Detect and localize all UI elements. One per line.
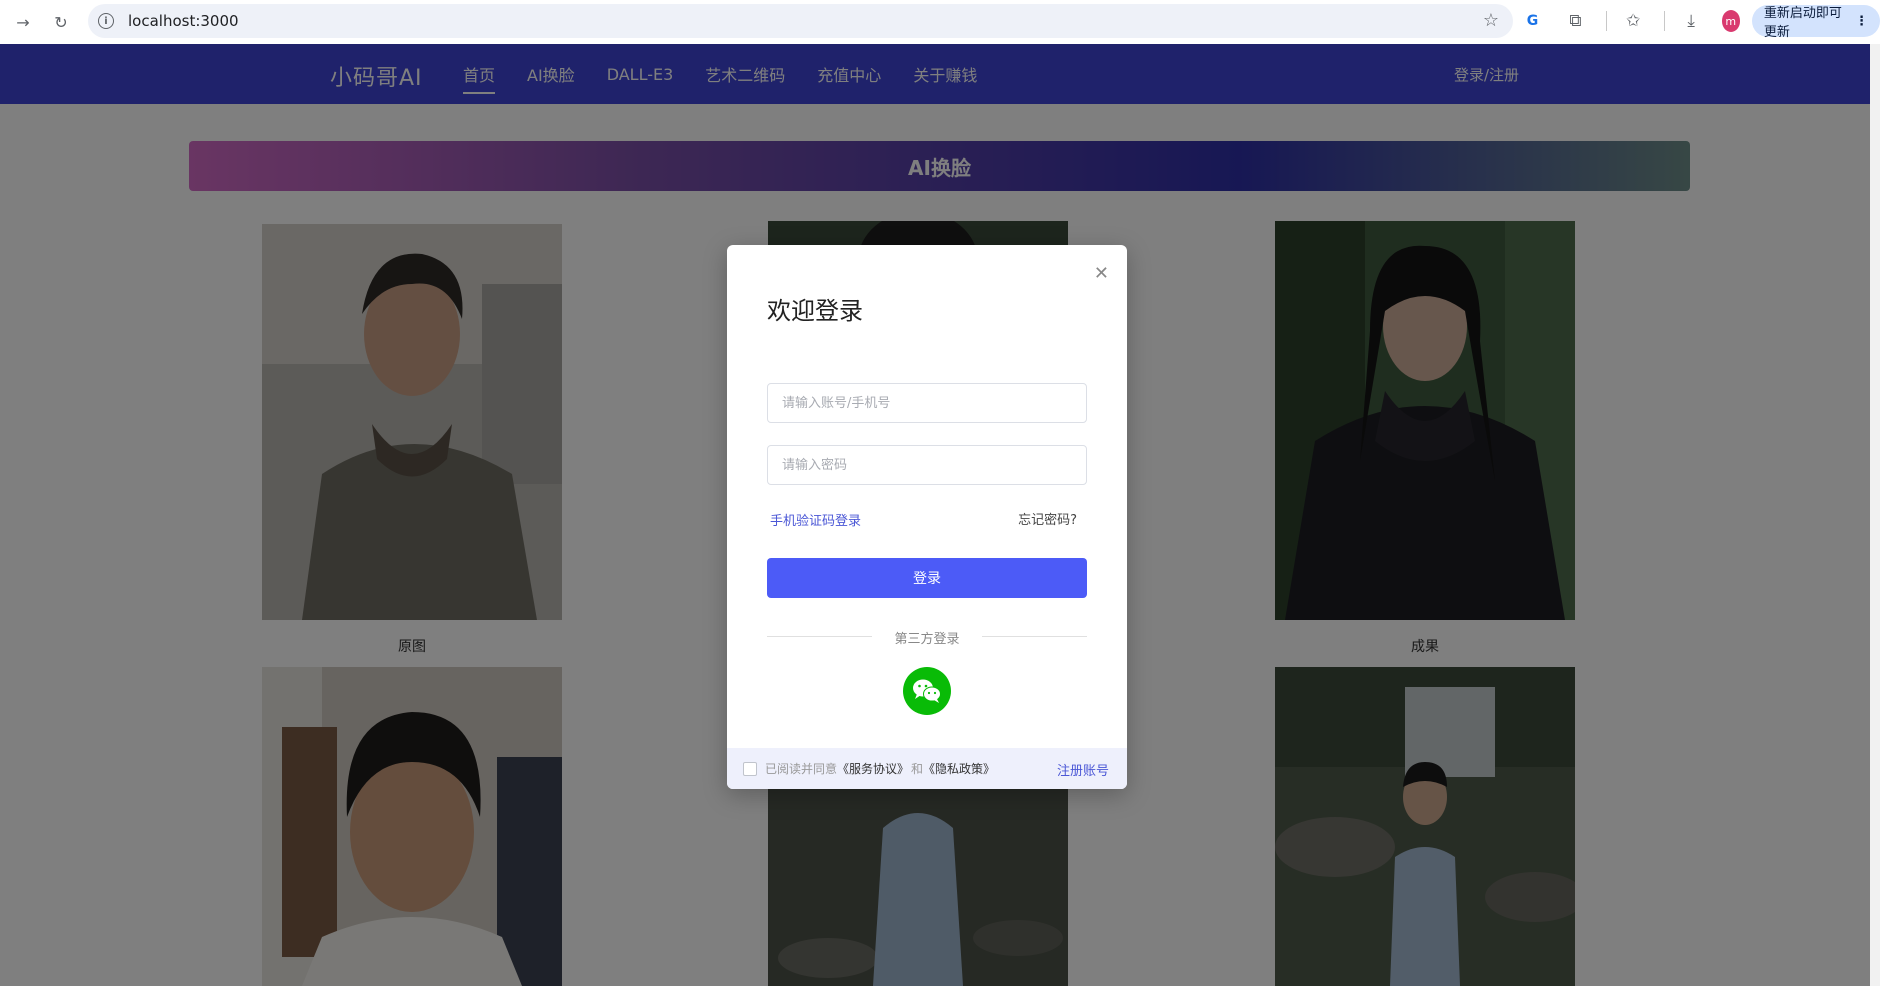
translate-icon[interactable]: G (1520, 6, 1545, 36)
third-party-label: 第三方登录 (894, 632, 960, 647)
agree-prefix: 已阅读并同意 (765, 762, 838, 776)
login-modal: ✕ 欢迎登录 手机验证码登录 忘记密码? 登录 第三方登录 已阅读并同意 《服务… (727, 245, 1127, 789)
reload-icon[interactable]: ↻ (46, 7, 76, 37)
password-input[interactable] (767, 445, 1087, 485)
wechat-icon (913, 679, 941, 703)
service-agreement-link[interactable]: 《服务协议》 (837, 760, 909, 777)
agreement-bar: 已阅读并同意 《服务协议》 和 《隐私政策》 注册账号 (727, 748, 1127, 789)
browser-actions: G ⧉ ✩ ⤓ m 重新启动即可更新 ⋮ (1520, 5, 1880, 40)
browser-toolbar: → ↻ i localhost:3000 ☆ G ⧉ ✩ ⤓ m 重新启动即可更… (0, 0, 1880, 44)
forward-icon[interactable]: → (8, 7, 38, 37)
account-input[interactable] (767, 383, 1087, 423)
download-icon[interactable]: ⤓ (1679, 6, 1704, 36)
modal-title: 欢迎登录 (767, 297, 863, 325)
more-menu-icon[interactable]: ⋮ (1855, 14, 1868, 29)
site-info-icon[interactable]: i (98, 13, 114, 29)
register-account-link[interactable]: 注册账号 (1057, 760, 1109, 779)
bookmark-star-icon[interactable]: ☆ (1483, 10, 1499, 31)
divider-line (982, 636, 1087, 637)
favorites-icon[interactable]: ✩ (1621, 6, 1646, 36)
extensions-icon[interactable]: ⧉ (1563, 6, 1588, 36)
toolbar-separator (1605, 11, 1607, 31)
close-icon[interactable]: ✕ (1094, 263, 1109, 284)
scrollbar[interactable] (1870, 44, 1880, 986)
toolbar-separator (1663, 11, 1665, 31)
agree-and-text: 和 (911, 762, 924, 776)
wechat-login-button[interactable] (903, 667, 951, 715)
profile-avatar[interactable]: m (1721, 10, 1740, 32)
login-button[interactable]: 登录 (767, 558, 1087, 598)
url-text[interactable]: localhost:3000 (128, 12, 239, 30)
forgot-password-link[interactable]: 忘记密码? (1018, 509, 1077, 528)
update-button[interactable]: 重新启动即可更新 ⋮ (1751, 5, 1880, 40)
agree-checkbox[interactable] (743, 761, 757, 776)
sms-login-link[interactable]: 手机验证码登录 (770, 510, 861, 529)
address-bar[interactable]: i localhost:3000 ☆ (88, 4, 1513, 38)
update-label: 重新启动即可更新 (1763, 6, 1842, 40)
third-party-divider: 第三方登录 (767, 628, 1087, 647)
privacy-policy-link[interactable]: 《隐私政策》 (923, 760, 995, 777)
